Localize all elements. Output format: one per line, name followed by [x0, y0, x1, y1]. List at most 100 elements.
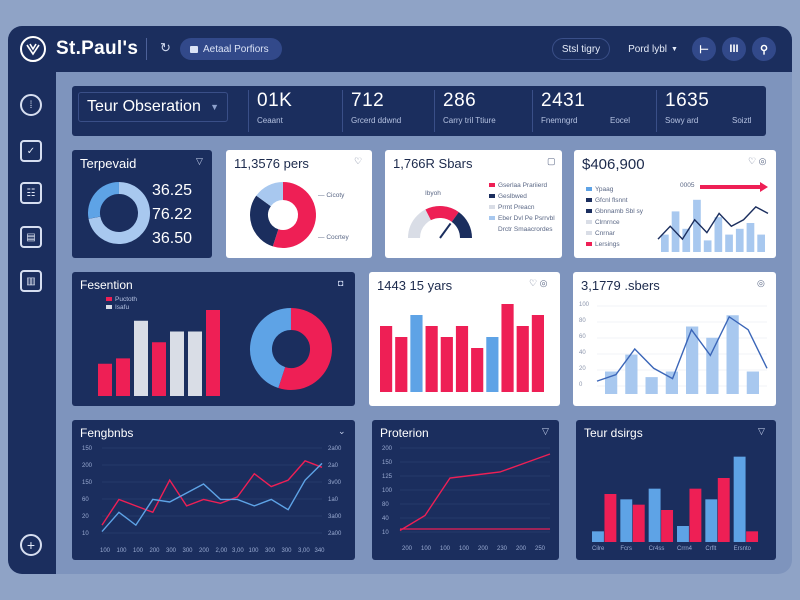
x-tick: 100 — [421, 546, 432, 552]
card-title: Proterion — [380, 426, 429, 440]
legend-label: Eber Dvl Pe Psrrvbl — [498, 215, 555, 222]
protection-card: Proterion ▽ 200 150 125 100 80 40 10 200 100 100 1… — [372, 420, 559, 560]
card-title: 11,3576 pers — [234, 156, 309, 171]
gauge-needle — [439, 222, 452, 239]
kpi-label: Ceaant — [257, 116, 283, 125]
tour-designs-bar-chart — [592, 456, 759, 542]
filter-icon[interactable]: ▽ — [196, 156, 203, 167]
years-donut-card: 11,3576 pers ♡ — Cicoty — Cocrtey — [226, 150, 372, 258]
x-tick: 300 — [182, 548, 193, 554]
x-tick: Fcrs — [620, 546, 632, 552]
x-tick: 2,00 — [215, 548, 228, 554]
series-line — [101, 460, 323, 526]
x-tick: 200 — [478, 546, 489, 552]
screen-icon[interactable]: ◘ — [338, 278, 343, 288]
legend-item: — Cicoty — [318, 192, 345, 199]
chevron-down-icon: ▼ — [210, 102, 219, 112]
y-tick: 60 — [82, 497, 89, 503]
period-dropdown-label: Pord lybl — [628, 43, 667, 55]
stat-value: 76.22 — [152, 206, 193, 223]
x-tick: 200 — [402, 546, 413, 552]
bar — [531, 315, 544, 392]
strategy-button[interactable]: Stsl tigry — [552, 38, 610, 60]
bar — [725, 234, 733, 252]
sidebar-dashboard-icon[interactable]: ⁞ — [20, 94, 42, 116]
x-tick: 250 — [535, 546, 546, 552]
sidebar-cart-icon[interactable]: ▤ — [20, 226, 42, 248]
x-tick: 3,00 — [232, 548, 244, 554]
series-line — [399, 453, 551, 532]
revenue-arrow — [700, 182, 768, 192]
gauge-label: Ibyoh — [425, 190, 441, 197]
y-tick: 200 — [382, 446, 393, 452]
legend-item: Drctr Smaacrordes — [489, 226, 553, 233]
y-tick: 200 — [82, 463, 93, 469]
y-tick: 80 — [382, 502, 389, 508]
bar — [735, 228, 744, 252]
sidebar-people-icon[interactable]: ☷ — [20, 182, 42, 204]
observation-select[interactable]: Teur Obseration ▼ — [78, 92, 228, 122]
kpi-item: 01K Ceaant — [248, 90, 338, 132]
bar — [98, 363, 112, 396]
bar — [746, 371, 759, 394]
findings-card: Fengbnbs ⌄ 150 200 150 60 20 10 2a00 2a0 3v00 1a0… — [72, 420, 355, 560]
card-title: $406,900 — [582, 156, 645, 173]
findings-line-chart — [101, 447, 323, 534]
sidebar-add-icon[interactable]: + — [20, 534, 42, 556]
filter-icon[interactable]: ▽ — [758, 426, 765, 437]
x-tick: Crrn4 — [677, 546, 693, 552]
x-tick: 100 — [459, 546, 470, 552]
bar — [380, 326, 393, 392]
legend-label: Prrnt Preacn — [498, 204, 535, 211]
years-bar-chart — [380, 304, 544, 392]
filter-button[interactable]: ⊢ — [692, 37, 716, 61]
bar-red — [604, 494, 617, 542]
heart-icon[interactable]: ♡ ◎ — [529, 278, 547, 289]
kpi-label: Carry tril Ttiure — [443, 116, 496, 125]
bar — [134, 320, 148, 396]
x-tick: Crflt — [705, 546, 717, 552]
bar-red — [661, 510, 674, 542]
x-tick: 3,00 — [298, 548, 310, 554]
sidebar-calendar-icon[interactable]: ✓ — [20, 140, 42, 162]
box-icon[interactable]: ▢ — [547, 156, 556, 167]
kpi-value: 01K — [257, 90, 293, 111]
arrow-shaft — [700, 185, 760, 189]
legend-item: Ypaag — [586, 186, 613, 193]
bar — [645, 377, 658, 394]
filter-icon[interactable]: ▽ — [542, 426, 549, 437]
refresh-icon[interactable]: ↻ — [160, 40, 171, 56]
subscribers-combo-chart — [596, 305, 768, 394]
sidebar-report-icon[interactable]: ▥ — [20, 270, 42, 292]
y-tick: 150 — [82, 480, 93, 486]
legend-label: Ypaag — [595, 186, 614, 193]
heart-icon[interactable]: ♡ — [354, 156, 362, 167]
app-window: St.Paul's ↻ Aetaal Porfiors Stsl tigry P… — [8, 26, 792, 574]
protection-line-chart — [399, 447, 551, 533]
kpi-strip: Teur Obseration ▼ 01K Ceaant 712 Grcerd … — [72, 86, 766, 136]
bar-blue — [733, 456, 746, 542]
x-tick: 300 — [166, 548, 177, 554]
portfolio-pill-button[interactable]: Aetaal Porfiors — [180, 38, 282, 60]
sidebar: ⁞ ✓ ☷ ▤ ▥ + — [8, 72, 56, 574]
y-tick-right: 3a00 — [328, 514, 342, 520]
card-title: Terpevaid — [80, 156, 137, 171]
settings-icon[interactable]: ◎ — [757, 278, 765, 289]
legend-item: Puctoth — [106, 296, 137, 303]
y-tick-right: 2a0 — [328, 463, 339, 469]
subscribers-card: 3,1779 .sbers ◎ 100 80 60 40 20 0 — [573, 272, 776, 406]
observation-select-value: Teur Obseration — [87, 98, 201, 115]
y-tick: 0 — [579, 382, 583, 388]
donut-segment — [88, 182, 120, 219]
legend-label: Cicoty — [326, 192, 345, 199]
period-dropdown[interactable]: Pord lybl ▼ — [622, 38, 684, 60]
kpi-value: 712 — [351, 90, 385, 111]
bar — [714, 217, 723, 252]
search-button[interactable]: ⚲ — [752, 37, 776, 61]
heart-icon[interactable]: ♡ ◎ — [748, 156, 766, 167]
bar — [425, 326, 438, 392]
columns-button[interactable]: III — [722, 37, 746, 61]
series-line — [596, 315, 768, 382]
chevron-down-icon[interactable]: ⌄ — [338, 426, 346, 437]
stars-gauge-card: 1,766R Sbars ▢ Ibyoh Gserlaa Prariierd G… — [385, 150, 562, 258]
